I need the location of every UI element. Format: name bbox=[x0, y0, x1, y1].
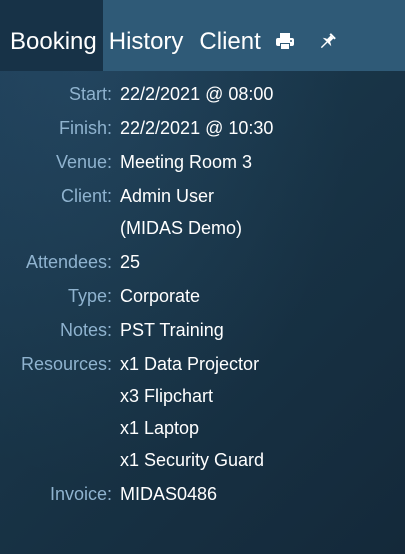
finish-value: 22/2/2021 @ 10:30 bbox=[120, 118, 274, 138]
resource-item: x1 Data Projector bbox=[120, 354, 260, 374]
client-organisation: (MIDAS Demo) bbox=[120, 218, 243, 238]
type-row: Type: Corporate bbox=[0, 284, 405, 308]
tab-history[interactable]: History bbox=[103, 0, 194, 71]
invoice-value: MIDAS0486 bbox=[120, 484, 218, 504]
resource-item: x3 Flipchart bbox=[120, 386, 214, 406]
start-row: Start: 22/2/2021 @ 08:00 bbox=[0, 82, 405, 106]
attendees-value: 25 bbox=[120, 252, 141, 272]
notes-row: Notes: PST Training bbox=[0, 318, 405, 342]
attendees-label: Attendees: bbox=[25, 252, 112, 272]
resource-item: x1 Security Guard bbox=[120, 450, 265, 470]
resources-list: x1 Data Projector x3 Flipchart x1 Laptop… bbox=[120, 352, 264, 472]
tab-client[interactable]: Client bbox=[193, 0, 270, 71]
resources-label: Resources: bbox=[20, 354, 112, 374]
booking-details: Start: 22/2/2021 @ 08:00 Finish: 22/2/20… bbox=[0, 71, 405, 506]
venue-value: Meeting Room 3 bbox=[120, 152, 253, 172]
notes-value: PST Training bbox=[120, 320, 224, 340]
resources-row: Resources: x1 Data Projector x3 Flipchar… bbox=[0, 352, 405, 472]
venue-label: Venue: bbox=[55, 152, 112, 172]
venue-row: Venue: Meeting Room 3 bbox=[0, 150, 405, 174]
pin-icon[interactable] bbox=[317, 32, 337, 52]
tab-bar: Booking History Client bbox=[0, 0, 405, 71]
start-value: 22/2/2021 @ 08:00 bbox=[120, 84, 274, 104]
printer-icon[interactable] bbox=[275, 32, 295, 51]
client-label: Client: bbox=[60, 186, 112, 206]
client-row: Client: Admin User (MIDAS Demo) bbox=[0, 184, 405, 240]
invoice-row: Invoice: MIDAS0486 bbox=[0, 482, 405, 506]
type-value: Corporate bbox=[120, 286, 201, 306]
notes-label: Notes: bbox=[59, 320, 112, 340]
resource-item: x1 Laptop bbox=[120, 418, 200, 438]
finish-label: Finish: bbox=[58, 118, 112, 138]
tab-actions bbox=[275, 0, 337, 71]
booking-panel: Booking History Client Start: 22/2/2021 … bbox=[0, 0, 405, 554]
finish-row: Finish: 22/2/2021 @ 10:30 bbox=[0, 116, 405, 140]
start-label: Start: bbox=[68, 84, 112, 104]
type-label: Type: bbox=[67, 286, 112, 306]
client-value: Admin User (MIDAS Demo) bbox=[120, 184, 242, 240]
attendees-row: Attendees: 25 bbox=[0, 250, 405, 274]
invoice-label: Invoice: bbox=[49, 484, 112, 504]
tab-booking[interactable]: Booking bbox=[0, 0, 103, 71]
client-name: Admin User bbox=[120, 186, 215, 206]
